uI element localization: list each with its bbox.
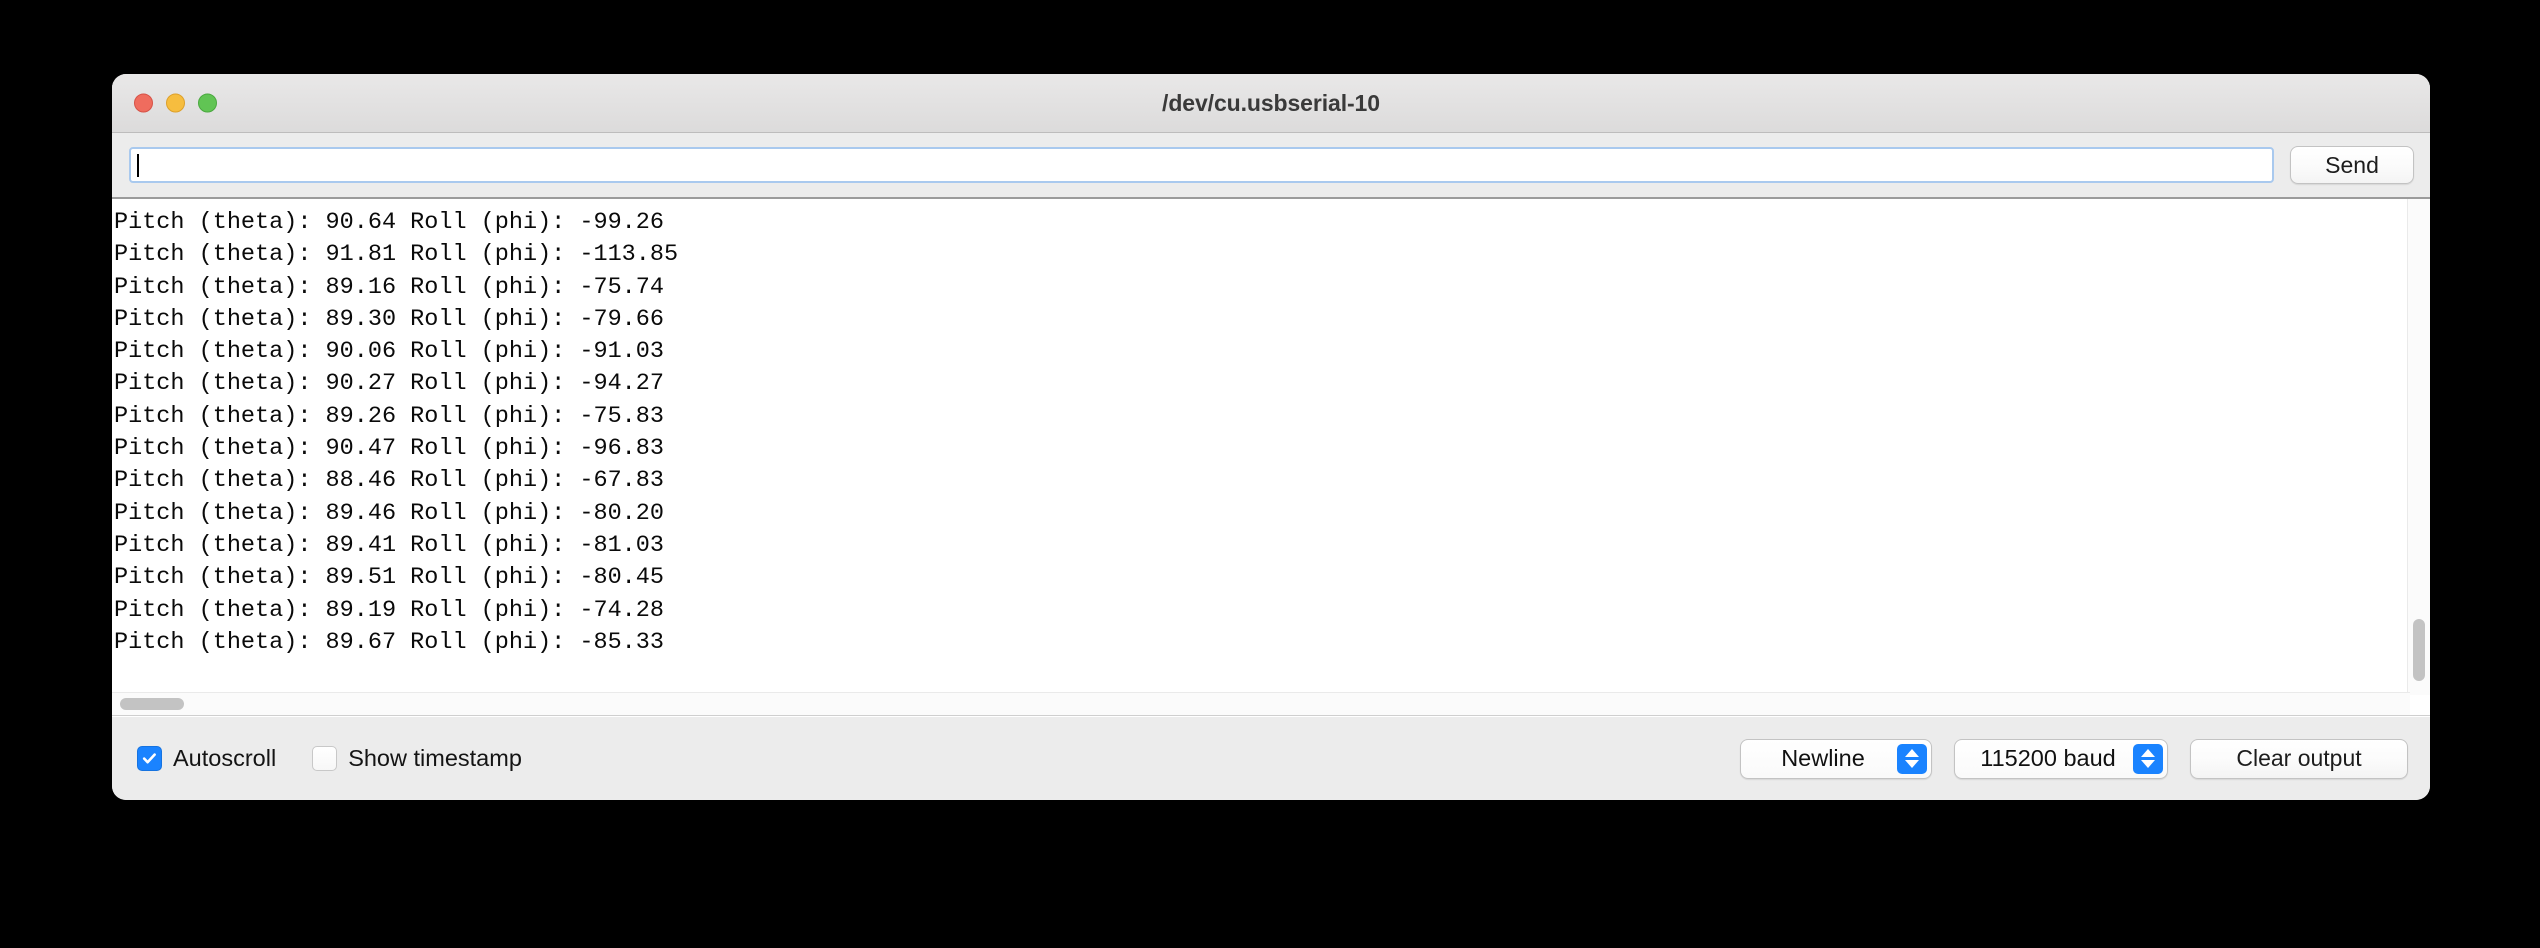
stepper-arrows-icon[interactable] [1897,743,1927,774]
maximize-window-icon[interactable] [198,93,217,113]
checkbox-group: Autoscroll Show timestamp [137,745,522,772]
text-caret [137,153,139,177]
line-ending-value: Newline [1781,745,1865,771]
chevron-down-icon [2141,760,2155,768]
vertical-scrollbar-thumb[interactable] [2413,619,2425,681]
baud-rate-value: 115200 baud [1980,745,2116,771]
autoscroll-checkbox-item[interactable]: Autoscroll [137,745,276,772]
chevron-up-icon [1905,749,1919,757]
serial-output-text: Pitch (theta): 90.64 Roll (phi): -99.26 … [114,209,679,656]
send-button[interactable]: Send [2290,146,2414,184]
show-timestamp-label: Show timestamp [348,745,522,771]
clear-output-button[interactable]: Clear output [2190,738,2408,779]
serial-monitor-window: /dev/cu.usbserial-10 Send Pitch (theta):… [112,74,2430,800]
checkmark-icon[interactable] [137,746,162,771]
desktop-background: /dev/cu.usbserial-10 Send Pitch (theta):… [0,0,2540,948]
baud-rate-select[interactable]: 115200 baud [1954,738,2168,779]
serial-output-area[interactable]: Pitch (theta): 90.64 Roll (phi): -99.26 … [112,197,2430,716]
horizontal-scrollbar[interactable] [112,692,2410,715]
minimize-window-icon[interactable] [166,93,185,113]
autoscroll-label: Autoscroll [173,745,277,771]
window-controls [134,93,217,113]
window-titlebar[interactable]: /dev/cu.usbserial-10 [112,74,2430,133]
chevron-down-icon [1905,760,1919,768]
bottom-toolbar: Autoscroll Show timestamp Newline 115200… [112,716,2430,800]
line-ending-select[interactable]: Newline [1740,738,1932,779]
horizontal-scrollbar-thumb[interactable] [120,698,184,710]
toolbar-right-group: Newline 115200 baud Clear output [1740,738,2408,779]
close-window-icon[interactable] [134,93,153,113]
window-title: /dev/cu.usbserial-10 [1162,89,1380,116]
send-bar: Send [112,133,2430,197]
show-timestamp-checkbox-item[interactable]: Show timestamp [312,745,522,772]
vertical-scrollbar[interactable] [2407,199,2430,695]
serial-send-input[interactable] [129,147,2274,183]
empty-checkbox-icon[interactable] [312,746,338,771]
chevron-up-icon [2141,749,2155,757]
stepper-arrows-icon[interactable] [2133,743,2163,774]
